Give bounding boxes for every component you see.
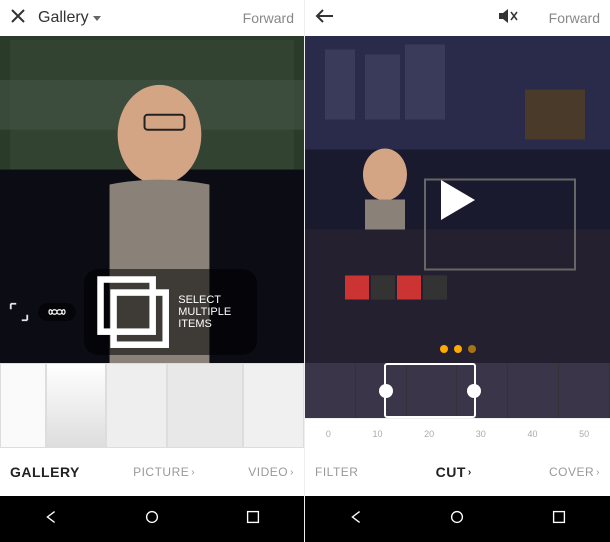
forward-button-right[interactable]: Forward	[549, 10, 600, 26]
trim-frames[interactable]	[305, 363, 610, 418]
nav-recent-icon[interactable]	[244, 508, 262, 531]
gallery-dropdown[interactable]: Gallery	[38, 9, 101, 27]
top-bar-left: Gallery Forward	[0, 0, 304, 36]
bottom-tabs-right: FILTER CUT› COVER›	[305, 448, 610, 496]
list-item[interactable]	[0, 363, 46, 448]
android-nav-left	[0, 496, 304, 542]
list-item[interactable]	[167, 363, 243, 448]
gallery-panel: Gallery Forward	[0, 0, 305, 542]
trim-handle-right[interactable]	[467, 384, 481, 398]
trim-handle-left[interactable]	[379, 384, 393, 398]
editor-panel: Forward	[305, 0, 610, 542]
nav-back-icon[interactable]	[347, 508, 365, 531]
nav-back-icon[interactable]	[42, 508, 60, 531]
chevron-right-icon: ›	[468, 467, 472, 478]
close-icon[interactable]	[10, 8, 26, 29]
forward-button-left[interactable]: Forward	[243, 10, 294, 26]
infinity-button[interactable]	[38, 303, 76, 321]
tab-picture[interactable]: PICTURE›	[133, 465, 195, 479]
chevron-right-icon: ›	[290, 467, 294, 478]
bottom-tabs-left: GALLERY PICTURE› VIDEO›	[0, 448, 304, 496]
top-bar-right: Forward	[305, 0, 610, 36]
android-nav-right	[305, 496, 610, 542]
ruler: 0 10 20 30 40 50	[305, 418, 610, 448]
chevron-down-icon	[93, 16, 101, 21]
play-button[interactable]	[441, 180, 475, 220]
page-dots	[440, 345, 476, 353]
preview-left[interactable]: SELECT MULTIPLE ITEMS	[0, 36, 304, 363]
back-arrow-icon[interactable]	[315, 8, 335, 29]
tab-gallery[interactable]: GALLERY	[10, 464, 80, 480]
list-item[interactable]	[46, 363, 107, 448]
tab-filter[interactable]: FILTER	[315, 465, 358, 479]
gallery-thumbnails[interactable]	[0, 363, 304, 448]
trim-selection[interactable]	[384, 363, 476, 418]
list-item[interactable]	[106, 363, 167, 448]
nav-home-icon[interactable]	[143, 508, 161, 531]
gallery-dropdown-label: Gallery	[38, 9, 89, 27]
mute-icon[interactable]	[497, 7, 519, 30]
list-item[interactable]	[243, 363, 304, 448]
tab-cover[interactable]: COVER›	[549, 465, 600, 479]
chevron-right-icon: ›	[596, 467, 600, 478]
select-multiple-button[interactable]: SELECT MULTIPLE ITEMS	[84, 269, 257, 355]
tab-cut[interactable]: CUT›	[436, 464, 472, 480]
tab-video[interactable]: VIDEO›	[248, 465, 294, 479]
play-icon	[441, 180, 475, 220]
chevron-right-icon: ›	[191, 467, 195, 478]
nav-recent-icon[interactable]	[550, 508, 568, 531]
trim-strip: 0 10 20 30 40 50	[305, 363, 610, 448]
preview-right[interactable]	[305, 36, 610, 363]
expand-icon[interactable]	[8, 301, 30, 323]
nav-home-icon[interactable]	[448, 508, 466, 531]
